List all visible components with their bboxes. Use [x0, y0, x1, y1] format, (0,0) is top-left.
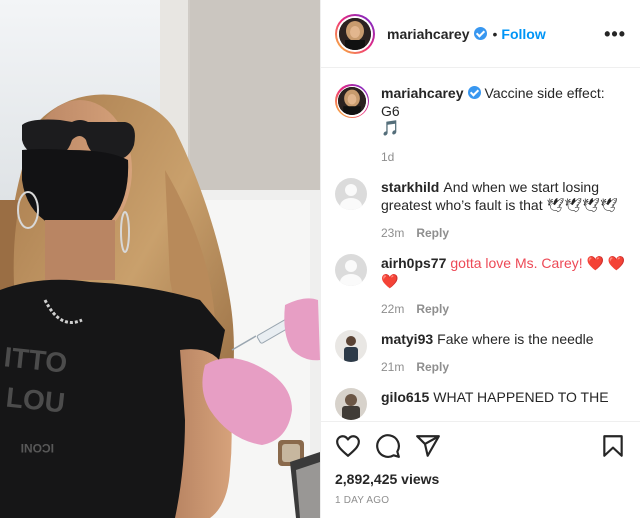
post-side-panel: mariahcarey • Follow ••• mariahcarey Vac… — [320, 0, 640, 518]
view-count[interactable]: 2,892,425 views — [321, 469, 640, 489]
caption-time[interactable]: 1d — [381, 150, 626, 164]
default-avatar-icon[interactable] — [335, 254, 367, 286]
author-avatar-ring[interactable] — [335, 13, 375, 54]
shirt-print-line-3: ICONI — [21, 441, 54, 455]
author-username[interactable]: mariahcarey — [387, 26, 470, 42]
comment-username[interactable]: gilo615 — [381, 389, 429, 405]
header-separator: • — [492, 25, 498, 42]
caption-text-block: mariahcarey Vaccine side effect: G6 🎵 — [381, 84, 626, 138]
verified-badge-icon — [473, 27, 487, 40]
instagram-post: ITTO LOU ICONI mariahcarey • Follow ••• … — [0, 0, 640, 518]
caption-avatar[interactable] — [338, 87, 366, 115]
more-options-icon[interactable]: ••• — [604, 25, 626, 43]
comment-bubble-icon[interactable] — [375, 433, 401, 459]
reply-button[interactable]: Reply — [416, 226, 449, 240]
verified-badge-icon — [467, 86, 481, 99]
comment-username[interactable]: matyi93 — [381, 331, 433, 347]
music-note-icon: 🎵 — [381, 120, 400, 137]
bookmark-icon[interactable] — [600, 433, 626, 459]
comment-text: Fake where is the needle — [437, 331, 594, 347]
comment-item: matyi93 Fake where is the needle 21m Repl… — [335, 330, 626, 374]
shirt-print-line-2: LOU — [5, 382, 67, 419]
commenter-avatar[interactable] — [335, 330, 367, 362]
comment-text: WHAT HAPPENED TO THE — [433, 389, 609, 405]
caption: mariahcarey Vaccine side effect: G6 🎵 1d — [335, 84, 626, 164]
paper-plane-icon[interactable] — [415, 433, 441, 459]
reply-button[interactable]: Reply — [416, 302, 449, 316]
caption-avatar-ring[interactable] — [335, 84, 369, 118]
comment-username[interactable]: airh0ps77 — [381, 255, 446, 271]
caption-username[interactable]: mariahcarey — [381, 85, 464, 101]
heart-outline-icon[interactable] — [335, 433, 361, 459]
author-avatar[interactable] — [339, 17, 371, 50]
comment-item: starkhild And when we start losing greate… — [335, 178, 626, 240]
post-header: mariahcarey • Follow ••• — [321, 0, 640, 68]
comment-time[interactable]: 23m — [381, 226, 404, 240]
commenter-avatar[interactable] — [335, 388, 367, 420]
post-media[interactable]: ITTO LOU ICONI — [0, 0, 320, 518]
post-timestamp[interactable]: 1 DAY AGO — [321, 489, 640, 518]
comment-time[interactable]: 22m — [381, 302, 404, 316]
follow-button[interactable]: Follow — [501, 26, 545, 42]
default-avatar-icon[interactable] — [335, 178, 367, 210]
reply-button[interactable]: Reply — [416, 360, 449, 374]
comment-item: gilo615 WHAT HAPPENED TO THE — [335, 388, 626, 420]
comment-item: airh0ps77 gotta love Ms. Carey! ❤️ ❤️ ❤️ … — [335, 254, 626, 316]
post-actions — [321, 421, 640, 469]
comments-list[interactable]: mariahcarey Vaccine side effect: G6 🎵 1d … — [321, 68, 640, 421]
comment-time[interactable]: 21m — [381, 360, 404, 374]
post-photo: ITTO LOU ICONI — [0, 0, 320, 518]
comment-username[interactable]: starkhild — [381, 179, 439, 195]
shirt-print-line-1: ITTO — [3, 341, 69, 378]
